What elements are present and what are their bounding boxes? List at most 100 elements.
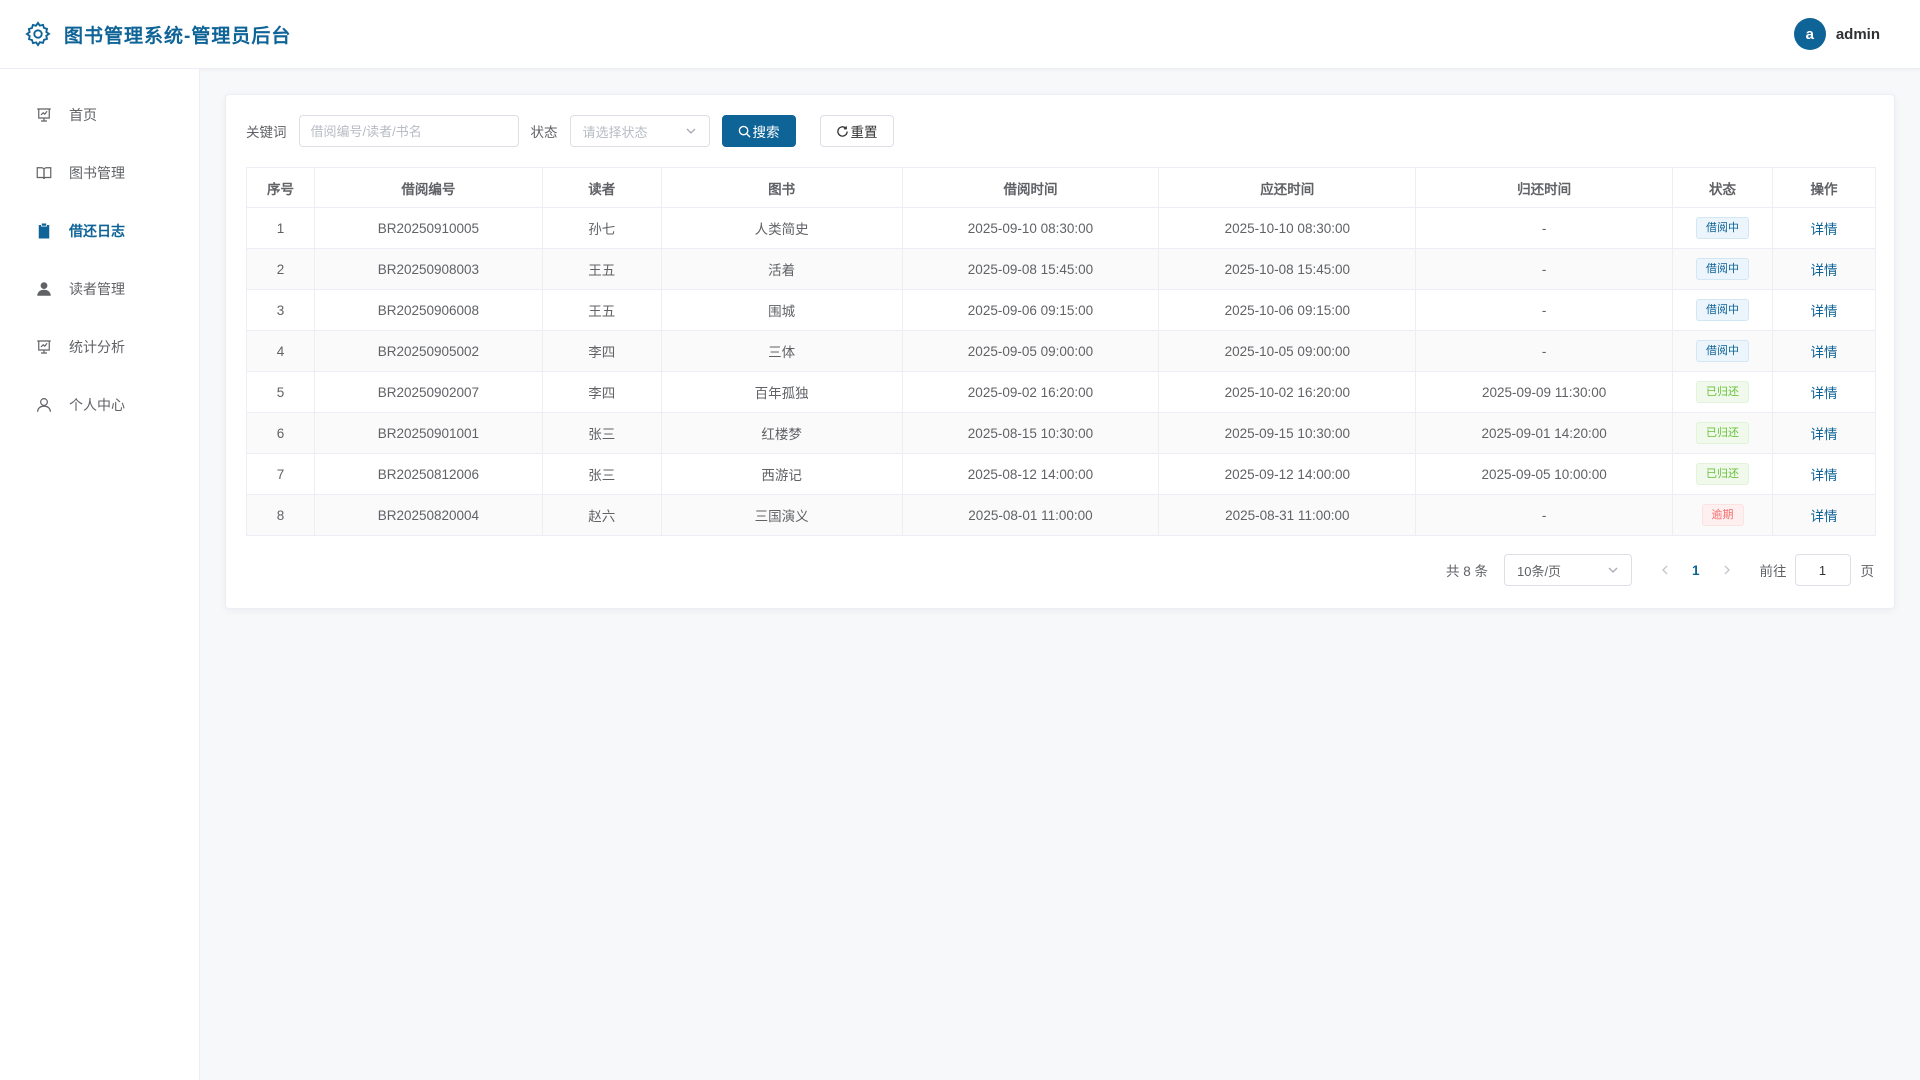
table-body: 1 BR20250910005 孙七 人类简史 2025-09-10 08:30…	[246, 207, 1877, 536]
cell-due-time: 2025-09-12 14:00:00	[1158, 453, 1417, 495]
cell-borrow-time: 2025-09-05 09:00:00	[901, 330, 1160, 372]
reset-button[interactable]: 重置	[819, 115, 894, 147]
column-header: 图书	[660, 167, 903, 208]
prev-page-button[interactable]	[1656, 561, 1674, 579]
search-button-label: 搜索	[752, 125, 780, 140]
detail-link[interactable]: 详情	[1810, 386, 1837, 401]
table-header: 序号 借阅编号 读者 图书 借阅时间 应还时间 归还时间 状态 操作	[246, 167, 1877, 208]
detail-link[interactable]: 详情	[1810, 304, 1837, 319]
chevron-down-icon	[1608, 567, 1618, 573]
cell-borrow-id: BR20250910005	[313, 207, 543, 249]
cell-reader: 赵六	[541, 494, 662, 536]
sidebar-item-label: 图书管理	[69, 165, 125, 181]
column-header: 归还时间	[1415, 167, 1674, 208]
cell-borrow-time: 2025-08-01 11:00:00	[901, 494, 1160, 536]
column-header: 借阅编号	[313, 167, 543, 208]
sidebar-item-label: 统计分析	[69, 339, 125, 355]
avatar[interactable]: a	[1793, 18, 1826, 50]
book-icon	[36, 167, 52, 180]
sidebar-item-readers[interactable]: 读者管理	[0, 260, 199, 318]
detail-link[interactable]: 详情	[1810, 263, 1837, 278]
cell-due-time: 2025-10-06 09:15:00	[1158, 289, 1417, 331]
cell-borrow-time: 2025-09-08 15:45:00	[901, 248, 1160, 290]
sidebar-item-profile[interactable]: 个人中心	[0, 376, 199, 434]
status-badge: 借阅中	[1696, 258, 1750, 280]
cell-status: 借阅中	[1672, 207, 1773, 249]
next-page-button[interactable]	[1718, 561, 1736, 579]
search-button[interactable]: 搜索	[721, 115, 796, 147]
cell-due-time: 2025-10-05 09:00:00	[1158, 330, 1417, 372]
user-menu[interactable]: a admin	[1793, 18, 1880, 50]
status-select[interactable]: 请选择状态	[569, 115, 710, 147]
goto-label: 前往	[1759, 564, 1787, 579]
status-badge: 已归还	[1696, 463, 1750, 485]
detail-link[interactable]: 详情	[1810, 222, 1837, 237]
column-header: 借阅时间	[901, 167, 1160, 208]
goto-page-input[interactable]	[1794, 554, 1851, 586]
cell-reader: 王五	[541, 289, 662, 331]
cell-status: 已归还	[1672, 412, 1773, 454]
cell-book: 三体	[660, 330, 903, 372]
pagination: 共 8 条 10条/页 1 前往 1 页	[246, 554, 1874, 586]
keyword-input[interactable]	[298, 115, 519, 147]
borrow-log-card: 关键词 状态 请选择状态 搜索	[225, 94, 1895, 609]
status-label: 状态	[530, 125, 558, 140]
detail-link[interactable]: 详情	[1810, 427, 1837, 442]
detail-link[interactable]: 详情	[1810, 509, 1837, 524]
column-header: 状态	[1672, 167, 1773, 208]
status-badge: 已归还	[1696, 422, 1750, 444]
table-row: 3 BR20250906008 王五 围城 2025-09-06 09:15:0…	[246, 289, 1877, 331]
cell-return-time: 2025-09-09 11:30:00	[1415, 371, 1674, 413]
cell-reader: 李四	[541, 371, 662, 413]
page-number-current[interactable]: 1	[1692, 563, 1700, 578]
cell-reader: 李四	[541, 330, 662, 372]
detail-link[interactable]: 详情	[1810, 468, 1837, 483]
status-badge: 借阅中	[1696, 217, 1750, 239]
cell-borrow-time: 2025-08-15 10:30:00	[901, 412, 1160, 454]
cell-action: 详情	[1771, 248, 1877, 290]
cell-status: 借阅中	[1672, 248, 1773, 290]
cell-due-time: 2025-09-15 10:30:00	[1158, 412, 1417, 454]
cell-reader: 王五	[541, 248, 662, 290]
cell-book: 百年孤独	[660, 371, 903, 413]
total-count: 共 8 条	[1445, 564, 1488, 579]
table-header-row: 序号 借阅编号 读者 图书 借阅时间 应还时间 归还时间 状态 操作	[246, 167, 1877, 208]
chevron-down-icon	[686, 128, 695, 134]
cell-status: 逾期	[1672, 494, 1773, 536]
cell-index: 6	[246, 412, 315, 454]
cell-index: 3	[246, 289, 315, 331]
cell-borrow-time: 2025-08-12 14:00:00	[901, 453, 1160, 495]
sidebar-item-borrow-log[interactable]: 借还日志	[0, 202, 199, 260]
reset-button-label: 重置	[850, 125, 878, 140]
cell-index: 2	[246, 248, 315, 290]
app-title: 图书管理系统-管理员后台	[64, 25, 292, 47]
sidebar-item-books[interactable]: 图书管理	[0, 144, 199, 202]
sidebar: 首页 图书管理 借还日志 读者管理 统计分析 个人中心	[0, 69, 200, 1080]
sidebar-item-home[interactable]: 首页	[0, 86, 199, 144]
username[interactable]: admin	[1836, 26, 1880, 43]
cell-book: 三国演义	[660, 494, 903, 536]
cell-index: 7	[246, 453, 315, 495]
cell-status: 借阅中	[1672, 289, 1773, 331]
cell-action: 详情	[1771, 494, 1877, 536]
cell-borrow-id: BR20250820004	[313, 494, 543, 536]
app-root: 图书管理系统-管理员后台 a admin 首页 图书管理 借还日志 读者管理 统…	[0, 0, 1920, 1080]
table-row: 2 BR20250908003 王五 活着 2025-09-08 15:45:0…	[246, 248, 1877, 290]
top-header: 图书管理系统-管理员后台 a admin	[0, 0, 1920, 69]
table-row: 5 BR20250902007 李四 百年孤独 2025-09-02 16:20…	[246, 371, 1877, 413]
cell-index: 5	[246, 371, 315, 413]
cell-status: 已归还	[1672, 371, 1773, 413]
status-badge: 逾期	[1701, 504, 1744, 526]
chevron-left-icon	[1662, 565, 1668, 575]
sidebar-item-label: 个人中心	[69, 397, 125, 413]
page-size-select[interactable]: 10条/页	[1503, 554, 1632, 586]
column-header: 操作	[1771, 167, 1877, 208]
cell-due-time: 2025-10-02 16:20:00	[1158, 371, 1417, 413]
cell-return-time: -	[1415, 207, 1674, 249]
sidebar-item-label: 读者管理	[69, 281, 125, 297]
status-select-placeholder: 请选择状态	[582, 124, 648, 140]
sidebar-item-statistics[interactable]: 统计分析	[0, 318, 199, 376]
cell-reader: 张三	[541, 412, 662, 454]
detail-link[interactable]: 详情	[1810, 345, 1837, 360]
cell-borrow-id: BR20250905002	[313, 330, 543, 372]
